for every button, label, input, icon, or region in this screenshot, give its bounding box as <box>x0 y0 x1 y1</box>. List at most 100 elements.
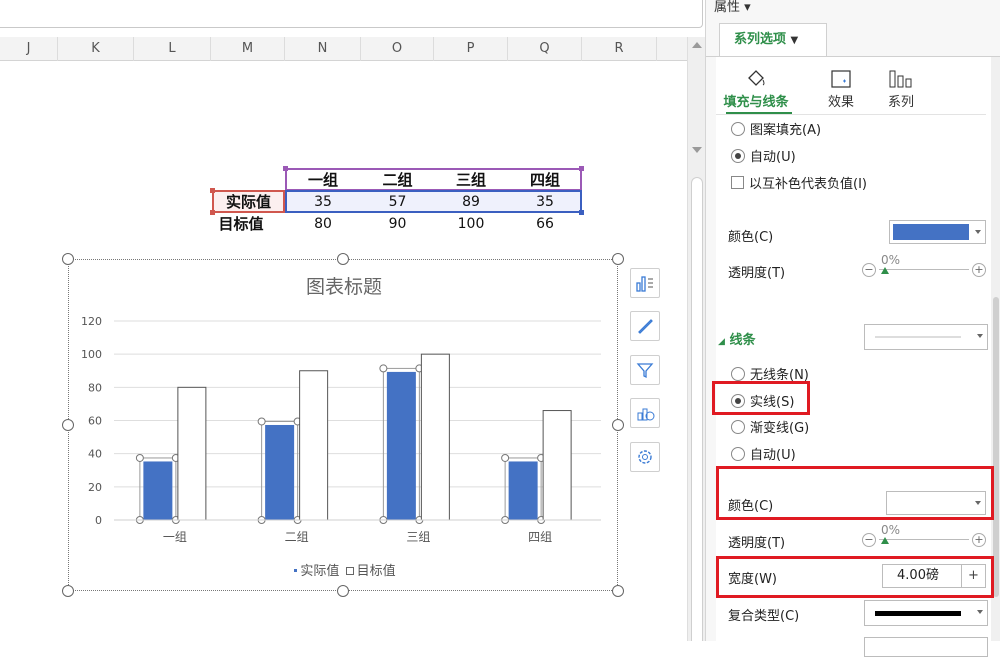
resize-handle[interactable] <box>62 585 74 597</box>
column-header-l[interactable]: L <box>134 37 211 61</box>
line-preview <box>875 336 961 338</box>
x-category-label: 四组 <box>528 530 552 544</box>
x-category-label: 二组 <box>285 530 309 544</box>
slider-thumb[interactable] <box>881 537 889 544</box>
row-label-actual[interactable]: 实际值 <box>212 191 285 213</box>
bar-selection-handle[interactable] <box>379 364 388 373</box>
line-transparency-slider[interactable]: − 0% + <box>862 523 986 551</box>
radio-circle <box>731 148 745 163</box>
bar-selection-handle[interactable] <box>257 417 266 426</box>
resize-handle[interactable] <box>612 253 624 265</box>
table-cell[interactable]: 57 <box>361 191 434 213</box>
fill-transparency-slider[interactable]: − 0% + <box>862 253 986 281</box>
y-tick-label: 20 <box>88 481 102 494</box>
compound-type-dropdown[interactable] <box>864 600 988 626</box>
scrollbar-thumb[interactable] <box>993 297 999 597</box>
bar-selection-handle[interactable] <box>135 453 144 462</box>
bar-target[interactable] <box>420 353 450 521</box>
radio-pattern-fill[interactable]: 图案填充(A) <box>731 119 821 138</box>
resize-handle[interactable] <box>612 419 624 431</box>
plus-icon[interactable]: + <box>972 533 986 547</box>
table-cell[interactable]: 35 <box>285 191 361 213</box>
column-header-n[interactable]: N <box>285 37 361 61</box>
bar-actual[interactable] <box>143 461 173 521</box>
fill-color-label: 颜色(C) <box>728 230 774 245</box>
chart-plot-area[interactable]: 0 20 40 60 80 100 120 一组 二组 三组 四组 <box>69 260 619 592</box>
checkbox-box <box>731 176 744 189</box>
plus-icon[interactable]: + <box>972 263 986 277</box>
chart-object[interactable]: 图表标题 0 20 40 60 80 100 120 一组 二组 三组 四组 实际值 目标值 <box>68 259 618 591</box>
bar-actual[interactable] <box>508 461 538 521</box>
checkbox-invert-negative[interactable]: 以互补色代表负值(I) <box>731 173 867 192</box>
legend-swatch-target <box>345 566 354 575</box>
line-section-header[interactable]: ◢ 线条 <box>718 329 755 348</box>
table-cell[interactable]: 100 <box>434 213 508 235</box>
table-header-cell[interactable]: 一组 <box>285 169 361 191</box>
resize-handle[interactable] <box>62 419 74 431</box>
scroll-up-icon[interactable] <box>692 42 702 48</box>
formula-bar[interactable] <box>0 0 703 28</box>
table-cell[interactable]: 89 <box>434 191 508 213</box>
column-header-r[interactable]: R <box>582 37 657 61</box>
radio-gradient-line[interactable]: 渐变线(G) <box>731 417 809 436</box>
y-tick-label: 40 <box>88 448 102 461</box>
sheet-vertical-scrollbar[interactable] <box>687 37 705 641</box>
column-header-j[interactable]: J <box>0 37 58 61</box>
column-header-p[interactable]: P <box>434 37 508 61</box>
subtab-series[interactable]: 系列 <box>866 63 936 110</box>
resize-handle[interactable] <box>337 253 349 265</box>
subtab-divider <box>716 114 986 115</box>
chart-style-button[interactable] <box>630 311 660 341</box>
tab-series-options[interactable]: 系列选项 ▼ <box>719 23 827 57</box>
chart-filter-button[interactable] <box>630 355 660 385</box>
spreadsheet-area: J K L M N O P Q R 一组 二组 三组 四组 实际值 35 57 … <box>0 0 705 641</box>
bar-actual[interactable] <box>386 371 416 521</box>
y-tick-label: 0 <box>95 514 102 527</box>
table-cell[interactable]: 80 <box>285 213 361 235</box>
radio-auto-fill[interactable]: 自动(U) <box>731 146 796 165</box>
chart-elements-button[interactable] <box>630 268 660 298</box>
table-header-cell[interactable]: 四组 <box>508 169 582 191</box>
table-cell[interactable]: 35 <box>508 191 582 213</box>
chart-map-button[interactable] <box>630 398 660 428</box>
y-tick-label: 100 <box>81 348 102 361</box>
resize-handle[interactable] <box>62 253 74 265</box>
bar-target[interactable] <box>299 370 329 521</box>
bar-target[interactable] <box>177 386 207 521</box>
scroll-down-icon[interactable] <box>692 147 702 153</box>
bar-target[interactable] <box>542 410 572 521</box>
slider-thumb[interactable] <box>881 267 889 274</box>
chart-settings-icon <box>638 450 652 464</box>
table-header-cell[interactable]: 三组 <box>434 169 508 191</box>
chart-legend[interactable]: 实际值 目标值 <box>69 560 619 579</box>
chevron-down-icon <box>977 334 983 338</box>
table-header-cell[interactable]: 二组 <box>361 169 434 191</box>
chart-settings-button[interactable] <box>630 442 660 472</box>
radio-auto-line[interactable]: 自动(U) <box>731 444 796 463</box>
table-cell[interactable]: 90 <box>361 213 434 235</box>
fill-transparency-label: 透明度(T) <box>728 266 786 281</box>
option-label: 渐变线(G) <box>750 421 810 436</box>
column-header-o[interactable]: O <box>361 37 434 61</box>
row-label-target[interactable]: 目标值 <box>212 213 270 235</box>
resize-handle[interactable] <box>337 585 349 597</box>
next-dropdown[interactable] <box>864 637 988 657</box>
minus-icon[interactable]: − <box>862 533 876 547</box>
bar-actual[interactable] <box>265 424 295 521</box>
table-cell[interactable]: 66 <box>508 213 582 235</box>
column-header-k[interactable]: K <box>58 37 134 61</box>
y-tick-label: 120 <box>81 315 102 328</box>
column-header-q[interactable]: Q <box>508 37 582 61</box>
fill-color-picker[interactable] <box>889 220 986 244</box>
line-style-dropdown[interactable] <box>864 324 988 350</box>
column-header-m[interactable]: M <box>211 37 285 61</box>
pane-scrollbar[interactable] <box>991 57 1000 641</box>
minus-icon[interactable]: − <box>862 263 876 277</box>
bar-selection-handle[interactable] <box>501 453 510 462</box>
subtab-fill-line[interactable]: 填充与线条 <box>721 63 791 110</box>
pane-title[interactable]: 属性 ▾ <box>714 0 751 15</box>
scrollbar-thumb[interactable] <box>691 177 703 641</box>
legend-label-actual: 实际值 <box>300 564 340 579</box>
collapse-triangle-icon: ◢ <box>718 337 725 347</box>
resize-handle[interactable] <box>612 585 624 597</box>
